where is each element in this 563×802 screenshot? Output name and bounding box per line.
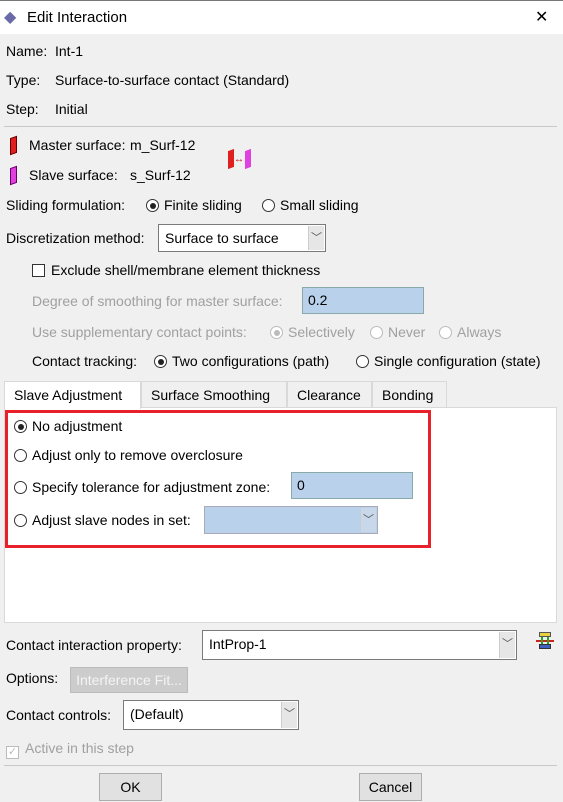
type-label: Type:	[6, 72, 41, 88]
controls-label: Contact controls:	[6, 707, 112, 723]
create-property-icon[interactable]	[536, 632, 554, 650]
chevron-down-icon: ﹀	[499, 632, 515, 658]
discretization-select[interactable]: Surface to surface ﹀	[158, 224, 326, 252]
ok-button[interactable]: OK	[99, 773, 162, 801]
smoothing-input[interactable]: 0.2	[302, 287, 424, 314]
swap-surfaces-icon[interactable]: ↔	[228, 148, 252, 170]
options-label: Options:	[6, 670, 59, 686]
cancel-button[interactable]: Cancel	[359, 773, 422, 801]
name-value: Int-1	[55, 43, 84, 59]
sliding-finite-radio[interactable]: Finite sliding	[146, 196, 242, 214]
supplementary-selectively-radio: Selectively	[270, 323, 355, 341]
exclude-thickness-checkbox[interactable]: Exclude shell/membrane element thickness	[32, 261, 320, 279]
chevron-down-icon: ﹀	[281, 702, 297, 728]
step-value: Initial	[55, 101, 88, 117]
smoothing-label: Degree of smoothing for master surface:	[32, 293, 283, 309]
supplementary-label: Use supplementary contact points:	[32, 324, 247, 340]
property-label: Contact interaction property:	[6, 637, 182, 653]
tab-clearance[interactable]: Clearance	[287, 381, 372, 408]
supplementary-always-radio: Always	[439, 323, 501, 341]
tracking-two-config-radio[interactable]: Two configurations (path)	[154, 352, 329, 370]
tab-surface-smoothing[interactable]: Surface Smoothing	[141, 381, 287, 408]
slave-surface-value: s_Surf-12	[130, 167, 191, 183]
sliding-label: Sliding formulation:	[6, 197, 126, 213]
title-bar: ◆ Edit Interaction ✕	[0, 0, 563, 34]
tab-slave-adjustment[interactable]: Slave Adjustment	[4, 381, 141, 409]
app-icon: ◆	[4, 9, 17, 26]
close-icon[interactable]: ✕	[535, 9, 548, 27]
interference-fit-button: Interference Fit...	[70, 667, 188, 693]
chevron-down-icon: ﹀	[308, 226, 324, 250]
step-label: Step:	[6, 101, 39, 117]
sliding-small-radio[interactable]: Small sliding	[262, 196, 359, 214]
master-surface-value: m_Surf-12	[130, 137, 196, 153]
discretization-label: Discretization method:	[6, 230, 145, 246]
window-title: Edit Interaction	[27, 9, 128, 26]
property-select[interactable]: IntProp-1 ﹀	[202, 630, 517, 660]
divider	[4, 765, 557, 766]
tracking-label: Contact tracking:	[32, 353, 138, 369]
slave-surface-label: Slave surface:	[29, 167, 118, 183]
tracking-single-config-radio[interactable]: Single configuration (state)	[356, 352, 541, 370]
master-surface-label: Master surface:	[29, 137, 126, 153]
divider	[4, 126, 557, 127]
master-surface-icon	[10, 135, 17, 156]
supplementary-never-radio: Never	[370, 323, 425, 341]
active-checkbox: ✓ Active in this step	[6, 740, 134, 759]
highlight-box	[5, 410, 431, 548]
name-label: Name:	[6, 43, 48, 59]
controls-select[interactable]: (Default) ﹀	[123, 700, 299, 730]
type-value: Surface-to-surface contact (Standard)	[55, 72, 290, 88]
slave-surface-icon	[10, 165, 17, 186]
tab-bonding[interactable]: Bonding	[372, 381, 447, 408]
